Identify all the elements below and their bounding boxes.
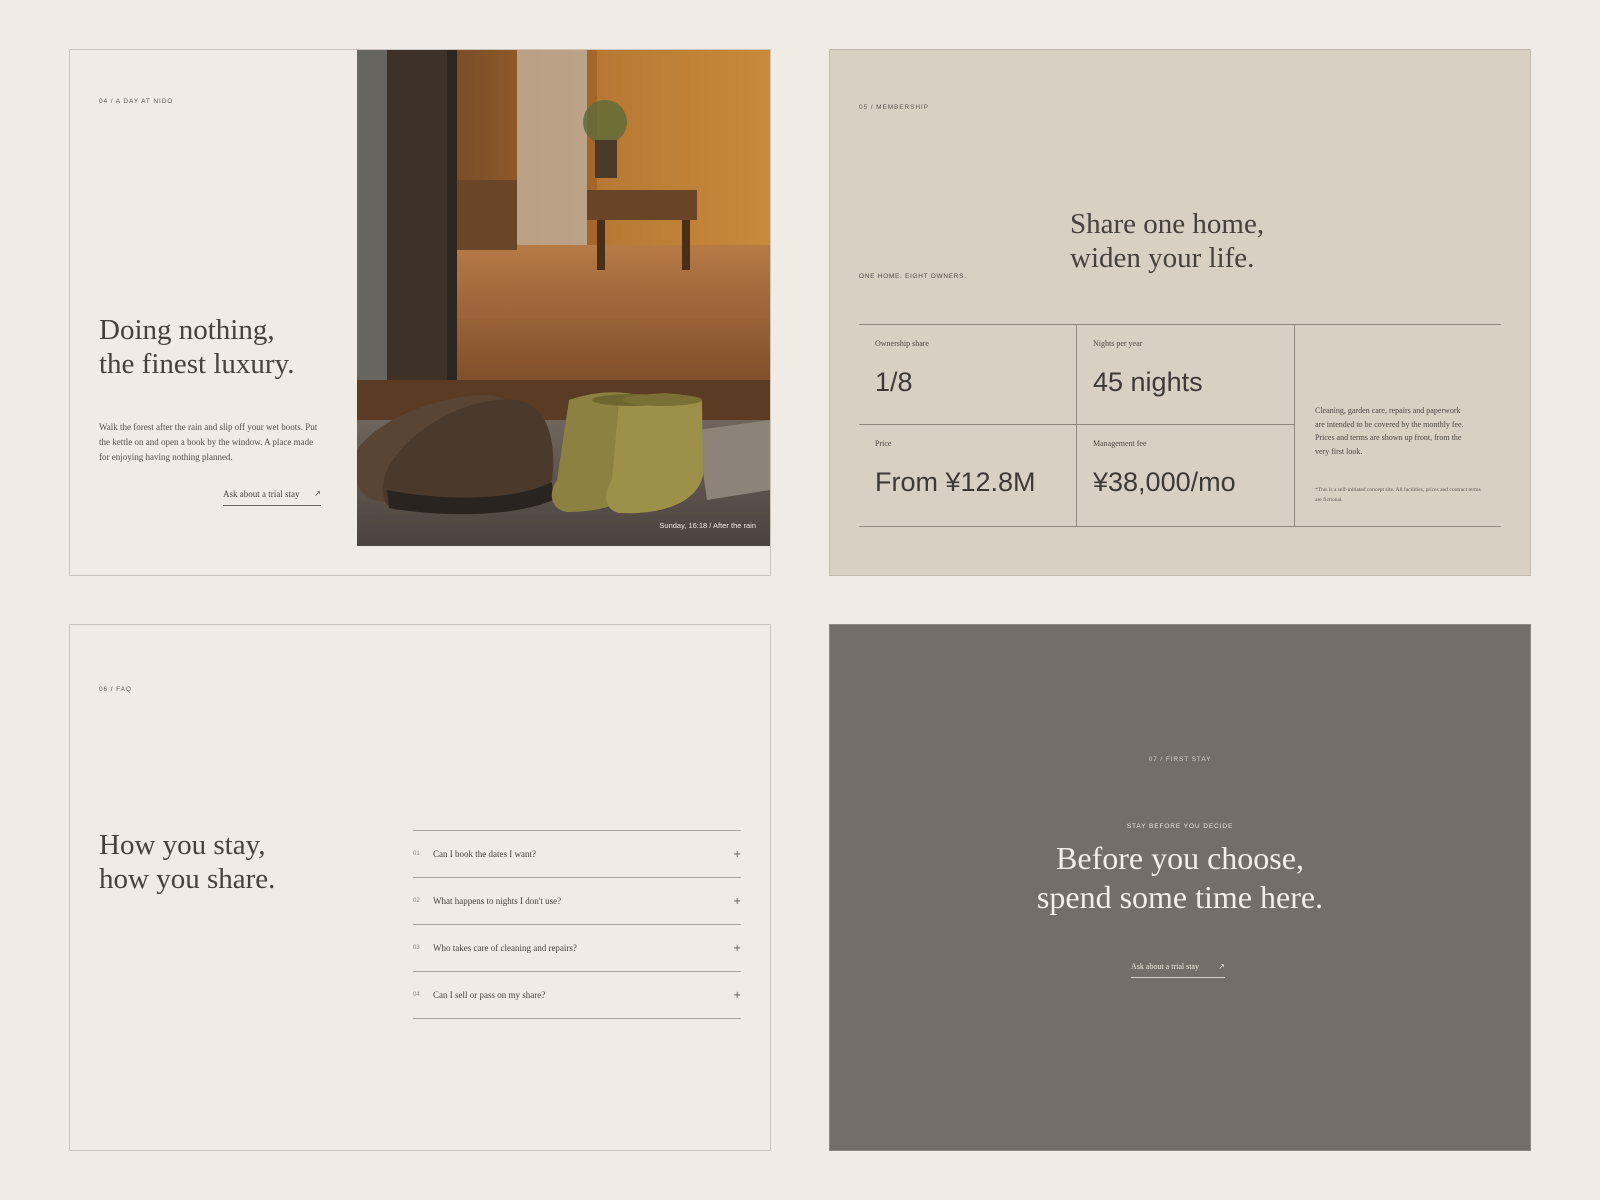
headline-line-2: spend some time here. <box>1036 879 1324 916</box>
stat-label: Price <box>875 439 892 448</box>
plus-icon[interactable]: + <box>733 849 741 860</box>
headline-line-1: Share one home, <box>1070 208 1265 240</box>
stat-label: Management fee <box>1093 439 1147 448</box>
boots-at-doorway-photo: Sunday, 16:18 / After the rain <box>357 50 770 546</box>
photo-caption: Sunday, 16:18 / After the rain <box>659 521 756 530</box>
section-eyebrow: 04 / A DAY AT NIDO <box>99 98 174 105</box>
section-headline: Share one home, widen your life. <box>1070 208 1264 275</box>
section-eyebrow: 05 / MEMBERSHIP <box>859 104 929 111</box>
trial-stay-link-label: Ask about a trial stay <box>223 489 300 499</box>
headline-line-2: widen your life. <box>1070 241 1255 274</box>
arrow-up-right-icon: ↗ <box>1218 961 1225 971</box>
panel-membership: 05 / MEMBERSHIP ONE HOME. EIGHT OWNERS. … <box>829 49 1531 576</box>
section-eyebrow: 07 / FIRST STAY <box>1148 756 1212 763</box>
stat-price: Price From ¥12.8M <box>859 425 1077 526</box>
section-headline: Before you choose, spend some time here. <box>830 839 1530 917</box>
faq-number: 02 <box>413 898 420 904</box>
plus-icon[interactable]: + <box>733 990 741 1001</box>
headline-line-1: Doing nothing, <box>99 314 275 346</box>
faq-question: Can I sell or pass on my share? <box>433 990 546 1000</box>
photo-illustration <box>357 50 770 546</box>
stat-value: ¥38,000/mo <box>1093 467 1236 497</box>
trial-stay-link-label: Ask about a trial stay <box>1131 962 1199 971</box>
trial-stay-link[interactable]: Ask about a trial stay ↗ <box>1131 962 1225 978</box>
faq-item[interactable]: 04 Can I sell or pass on my share? + <box>413 972 741 1019</box>
panel-first-stay: 07 / FIRST STAY STAY BEFORE YOU DECIDE B… <box>829 624 1531 1151</box>
panel-faq: 06 / FAQ How you stay, how you share. 01… <box>69 624 771 1151</box>
arrow-up-right-icon: ↗ <box>314 489 321 498</box>
section-eyebrow: 06 / FAQ <box>99 686 132 693</box>
faq-item[interactable]: 02 What happens to nights I don't use? + <box>413 878 741 925</box>
faq-question: Can I book the dates I want? <box>433 849 536 859</box>
section-headline: Doing nothing, the finest luxury. <box>99 314 294 381</box>
trial-stay-link[interactable]: Ask about a trial stay ↗ <box>223 489 321 506</box>
stat-label: Nights per year <box>1093 339 1143 348</box>
faq-number: 04 <box>413 992 420 998</box>
headline-line-2: the finest luxury. <box>99 347 295 380</box>
sub-label: ONE HOME. EIGHT OWNERS. <box>859 273 967 280</box>
section-body: Walk the forest after the rain and slip … <box>99 422 318 462</box>
plus-icon[interactable]: + <box>733 896 741 907</box>
faq-list: 01 Can I book the dates I want? + 02 Wha… <box>413 830 741 1019</box>
stat-ownership-share: Ownership share 1/8 <box>859 325 1077 425</box>
faq-number: 01 <box>413 851 420 857</box>
stat-value: 1/8 <box>875 367 913 397</box>
panel-a-day-at-nido: 04 / A DAY AT NIDO Doing nothing, the fi… <box>69 49 771 576</box>
headline-line-1: How you stay, <box>99 829 266 861</box>
stat-label: Ownership share <box>875 339 929 348</box>
headline-line-2: how you share. <box>99 862 276 895</box>
headline-line-1: Before you choose, <box>1056 840 1304 876</box>
faq-number: 03 <box>413 945 420 951</box>
stat-nights-per-year: Nights per year 45 nights <box>1077 325 1295 425</box>
section-headline: How you stay, how you share. <box>99 829 275 896</box>
faq-question: What happens to nights I don't use? <box>433 896 562 906</box>
faq-question: Who takes care of cleaning and repairs? <box>433 943 577 953</box>
faq-item[interactable]: 01 Can I book the dates I want? + <box>413 831 741 878</box>
stat-management-fee: Management fee ¥38,000/mo <box>1077 425 1295 526</box>
membership-note: Cleaning, garden care, repairs and paper… <box>1315 406 1464 456</box>
membership-disclaimer: *This is a self-initiated concept site. … <box>1315 487 1481 503</box>
stat-value: From ¥12.8M <box>875 467 1036 497</box>
faq-item[interactable]: 03 Who takes care of cleaning and repair… <box>413 925 741 972</box>
plus-icon[interactable]: + <box>733 943 741 954</box>
section-kicker: STAY BEFORE YOU DECIDE <box>1126 823 1234 830</box>
stat-value: 45 nights <box>1093 367 1203 397</box>
membership-stats-grid: Ownership share 1/8 Nights per year 45 n… <box>859 324 1501 527</box>
